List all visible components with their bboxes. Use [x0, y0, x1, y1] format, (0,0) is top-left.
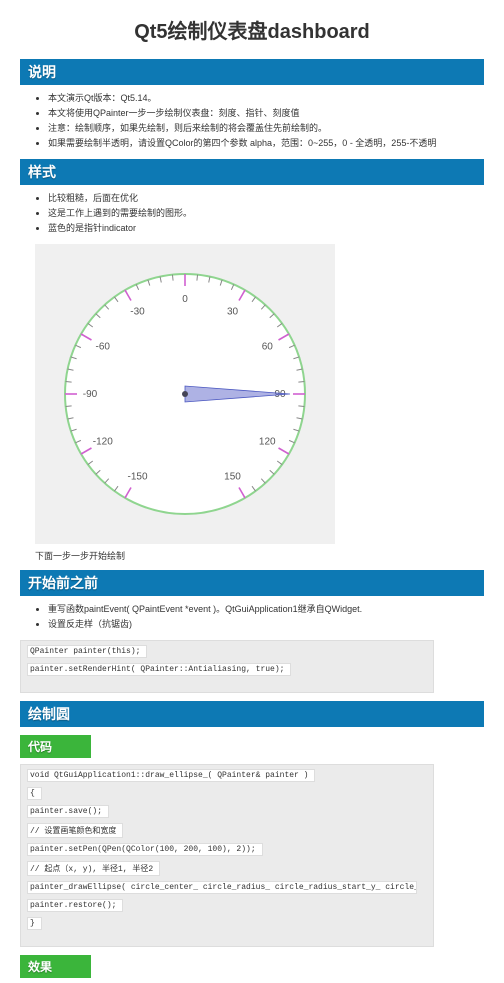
- code-line: }: [27, 917, 42, 930]
- intro-list: 本文演示Qt版本：Qt5.14。 本文将使用QPainter一步一步绘制仪表盘：…: [20, 91, 484, 149]
- list-item: 设置反走样（抗锯齿): [48, 617, 484, 630]
- svg-text:-90: -90: [83, 389, 98, 400]
- section-header-circle: 绘制圆: [20, 701, 484, 727]
- svg-text:150: 150: [224, 471, 241, 482]
- sub-header-effect: 效果: [20, 955, 91, 978]
- list-item: 如果需要绘制半透明，请设置QColor的第四个参数 alpha，范围：0~255…: [48, 136, 484, 149]
- svg-text:-30: -30: [130, 307, 145, 318]
- list-item: 蓝色的是指针indicator: [48, 221, 484, 234]
- code-line: void QtGuiApplication1::draw_ellipse_( Q…: [27, 769, 315, 782]
- code-line: {: [27, 787, 42, 800]
- code-line: painter.restore();: [27, 899, 123, 912]
- code-line: painter.save();: [27, 805, 109, 818]
- sub-header-code: 代码: [20, 735, 91, 758]
- gauge-svg: -150-120-90-60-300306090120150: [45, 254, 325, 534]
- code-line: painter_drawEllipse( circle_center_ circ…: [27, 881, 417, 894]
- svg-text:60: 60: [262, 342, 274, 353]
- page-title: Qt5绘制仪表盘dashboard: [20, 15, 484, 44]
- svg-text:-60: -60: [96, 342, 111, 353]
- svg-text:30: 30: [227, 307, 239, 318]
- code-line: // 起点（x, y), 半径1, 半径2: [27, 861, 160, 876]
- list-item: 这是工作上遇到的需要绘制的图形。: [48, 206, 484, 219]
- style-list: 比较粗糙，后面在优化 这是工作上遇到的需要绘制的图形。 蓝色的是指针indica…: [20, 191, 484, 234]
- code-block-1: QPainter painter(this); painter.setRende…: [20, 640, 434, 693]
- code-line: QPainter painter(this);: [27, 645, 147, 658]
- code-block-2: void QtGuiApplication1::draw_ellipse_( Q…: [20, 764, 434, 947]
- svg-text:0: 0: [182, 294, 188, 305]
- list-item: 本文将使用QPainter一步一步绘制仪表盘：刻度、指针、刻度值: [48, 106, 484, 119]
- svg-text:120: 120: [259, 437, 276, 448]
- code-line: // 设置画笔颜色和宽度: [27, 823, 123, 838]
- code-line: painter.setRenderHint( QPainter::Antiali…: [27, 663, 291, 676]
- caption-text: 下面一步一步开始绘制: [35, 549, 484, 562]
- before-list: 重写函数paintEvent( QPaintEvent *event )。QtG…: [20, 602, 484, 630]
- code-line: painter.setPen(QPen(QColor(100, 200, 100…: [27, 843, 263, 856]
- svg-text:-150: -150: [127, 471, 147, 482]
- svg-text:-120: -120: [93, 437, 113, 448]
- list-item: 比较粗糙，后面在优化: [48, 191, 484, 204]
- section-header-intro: 说明: [20, 59, 484, 85]
- section-header-style: 样式: [20, 159, 484, 185]
- list-item: 注意：绘制顺序，如果先绘制，则后来绘制的将会覆盖住先前绘制的。: [48, 121, 484, 134]
- section-header-before: 开始前之前: [20, 570, 484, 596]
- list-item: 重写函数paintEvent( QPaintEvent *event )。QtG…: [48, 602, 484, 615]
- list-item: 本文演示Qt版本：Qt5.14。: [48, 91, 484, 104]
- gauge-preview: -150-120-90-60-300306090120150: [35, 244, 335, 544]
